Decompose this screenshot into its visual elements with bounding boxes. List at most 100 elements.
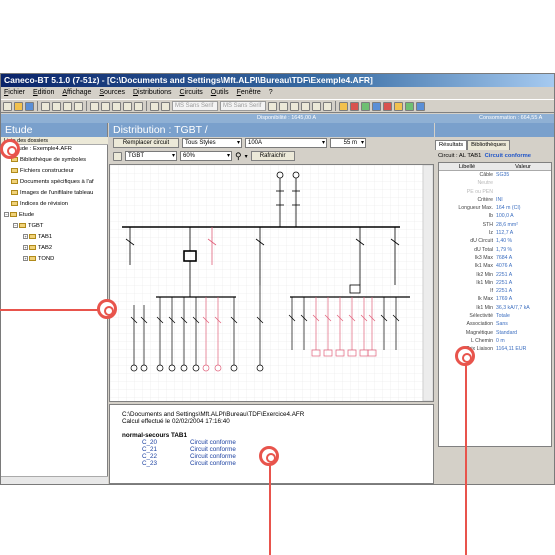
status-bar [1, 484, 554, 485]
current-select[interactable]: 100A [245, 138, 327, 148]
result-row[interactable]: PE ou PEN [439, 188, 551, 196]
result-row[interactable]: Ik Max 1769 A [439, 295, 551, 303]
result-row[interactable]: If 2251 A [439, 287, 551, 295]
menu-sources[interactable]: Sources [96, 87, 128, 99]
expand-icon[interactable]: + [23, 244, 28, 250]
list-icon[interactable] [123, 101, 132, 111]
meter-symbol [349, 284, 361, 294]
breaker-icon[interactable] [383, 101, 392, 111]
single-line-diagram[interactable] [109, 164, 434, 402]
result-row[interactable]: Ik3 Max 7684 A [439, 254, 551, 262]
align-left-icon[interactable] [301, 101, 310, 111]
paste-icon[interactable] [74, 101, 83, 111]
result-row[interactable]: Ik2 Min 2251 A [439, 271, 551, 279]
menu-distributions[interactable]: Distributions [130, 87, 175, 99]
underline-icon[interactable] [290, 101, 299, 111]
result-row[interactable]: Neutre [439, 179, 551, 187]
result-row[interactable]: Sélectivité Totale [439, 312, 551, 320]
open-folder-icon[interactable] [14, 101, 23, 111]
menu-fichier[interactable]: Fichier [1, 87, 28, 99]
zoom-icon[interactable] [150, 101, 159, 111]
report-row[interactable]: C_20 Circuit conforme [122, 439, 433, 446]
export-icon[interactable] [405, 101, 414, 111]
result-row[interactable]: Ik1 Min 2251 A [439, 279, 551, 287]
styles-select[interactable]: Tous Styles [182, 138, 242, 148]
result-row[interactable]: STH 28,6 mm² [439, 221, 551, 229]
cut-icon[interactable] [52, 101, 61, 111]
menu-circuits[interactable]: Circuits [176, 87, 205, 99]
tree-item-constructeur[interactable]: Fichiers constructeur [11, 167, 74, 176]
result-row[interactable]: Association Sans [439, 320, 551, 328]
help-icon[interactable] [416, 101, 425, 111]
font-select-1[interactable]: MS Sans Serif [172, 101, 218, 111]
chevron-down-icon[interactable]: ▾ [245, 153, 248, 160]
result-row[interactable]: dU Circuit 1,40 % [439, 237, 551, 245]
column-valeur[interactable]: Valeur [495, 163, 551, 170]
result-label: Sélectivité [469, 313, 494, 320]
tree-item-tab1[interactable]: + TAB1 [23, 233, 52, 242]
menu-affichage[interactable]: Affichage [59, 87, 94, 99]
menu-edition[interactable]: Edition [30, 87, 57, 99]
result-row[interactable]: L Chemin 0 m [439, 337, 551, 345]
result-row[interactable]: dU Total 1,79 % [439, 246, 551, 254]
new-file-icon[interactable] [3, 101, 12, 111]
result-row[interactable]: Ib 100,0 A [439, 212, 551, 220]
layout-icon[interactable] [113, 151, 122, 161]
collapse-icon[interactable]: − [13, 222, 18, 228]
tree-item-tond[interactable]: + TOND [23, 255, 54, 264]
refresh-button[interactable]: Rafraichir [250, 151, 295, 161]
tab-bibliotheques[interactable]: Bibliothèques [467, 140, 510, 150]
tree-item-etude[interactable]: − Etude [4, 211, 34, 220]
replace-circuit-button[interactable]: Remplacer circuit [113, 138, 179, 148]
source-icon[interactable] [372, 101, 381, 111]
result-row[interactable]: Câble SG35 [439, 171, 551, 179]
font-select-2[interactable]: MS Sans Serif [220, 101, 266, 111]
menu-outils[interactable]: Outils [208, 87, 232, 99]
tree-item-documents[interactable]: Documents spécifiques à l'af [11, 178, 94, 187]
result-row[interactable]: Ik1 Max 4076 A [439, 262, 551, 270]
result-row[interactable]: Magnétique Standard [439, 329, 551, 337]
tree-item-revision[interactable]: Indices de révision [11, 200, 68, 209]
column-libelle[interactable]: Libellé [439, 163, 495, 170]
result-row[interactable]: Iz 112,7 A [439, 229, 551, 237]
tree-item-tgbt[interactable]: − TGBT [13, 222, 43, 231]
collapse-icon[interactable]: − [4, 211, 9, 217]
table-icon[interactable] [112, 101, 121, 111]
length-field[interactable]: 55 m [330, 138, 366, 148]
menu-fenetre[interactable]: Fenêtre [234, 87, 264, 99]
diagram-scrollbar[interactable] [422, 165, 433, 401]
save-icon[interactable] [25, 101, 34, 111]
cable-icon[interactable] [361, 101, 370, 111]
align-center-icon[interactable] [312, 101, 321, 111]
zoom-select[interactable]: 60% [180, 151, 232, 161]
tree-item-symboles[interactable]: Bibliothèque de symboles [11, 156, 86, 165]
report-path: C:\Documents and Settings\Mft.ALPI\Burea… [122, 411, 305, 418]
result-row[interactable]: Ik1 Min 36,3 kA/7,7 kA [439, 304, 551, 312]
bold-icon[interactable] [268, 101, 277, 111]
result-value: 112,7 A [496, 230, 514, 237]
report-icon[interactable] [394, 101, 403, 111]
calc-icon[interactable] [339, 101, 348, 111]
distribution-select[interactable]: TGBT [125, 151, 177, 161]
left-panel-scrollbar[interactable] [1, 476, 108, 484]
window-icon[interactable] [134, 101, 143, 111]
expand-icon[interactable]: + [23, 233, 28, 239]
result-value: 4076 A [496, 263, 513, 270]
result-row[interactable]: Critère INI [439, 196, 551, 204]
menu-help[interactable]: ? [266, 87, 276, 99]
tab-resultats[interactable]: Résultats [435, 140, 468, 150]
result-row[interactable]: Longueur Max. 164 m (CI) [439, 204, 551, 212]
undo-icon[interactable] [90, 101, 99, 111]
italic-icon[interactable] [279, 101, 288, 111]
image-icon[interactable] [161, 101, 170, 111]
print-icon[interactable] [41, 101, 50, 111]
check-icon[interactable] [350, 101, 359, 111]
magnifier-icon[interactable]: ⚲ [235, 151, 242, 162]
expand-icon[interactable]: + [23, 255, 28, 261]
align-right-icon[interactable] [323, 101, 332, 111]
tree-item-tab2[interactable]: + TAB2 [23, 244, 52, 253]
diagram-canvas [110, 165, 433, 401]
copy-icon[interactable] [63, 101, 72, 111]
tree-item-images[interactable]: Images de l'unifilaire tableau [11, 189, 93, 198]
grid-icon[interactable] [101, 101, 110, 111]
